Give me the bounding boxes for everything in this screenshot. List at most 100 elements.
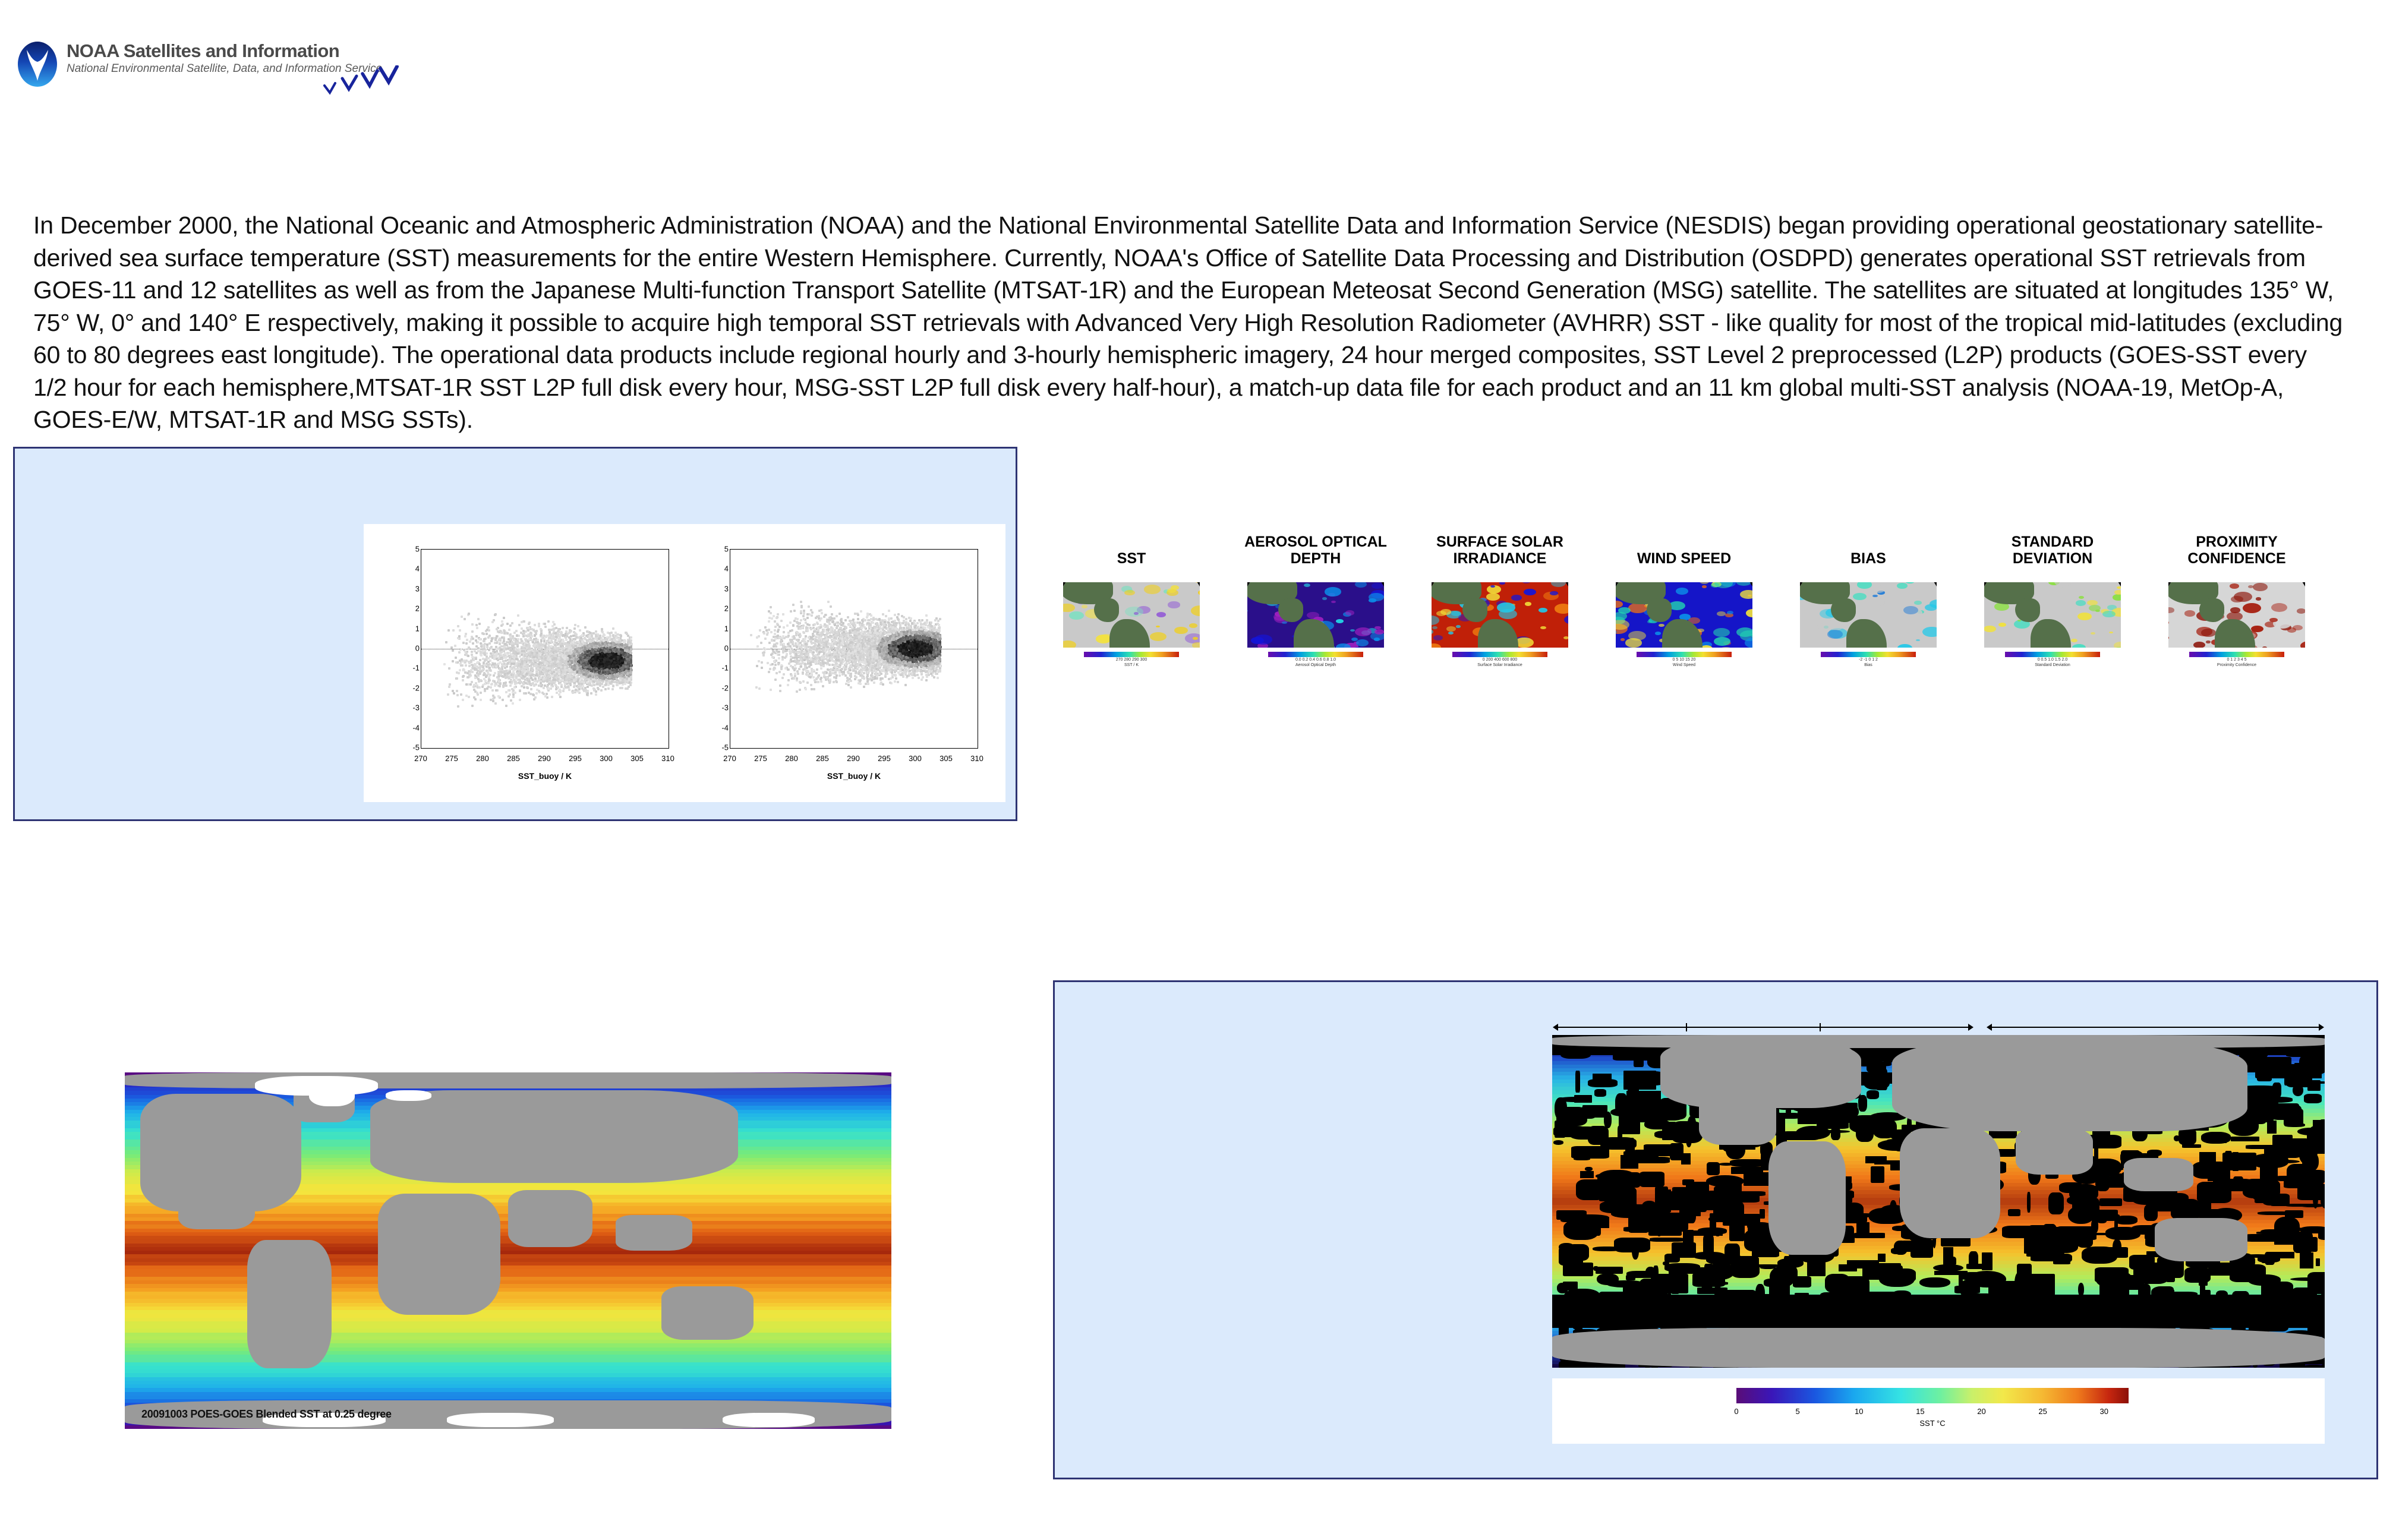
scatter-density-cell (495, 689, 497, 692)
scatter-density-cell (565, 636, 567, 639)
scatter-density-cell (582, 689, 585, 691)
scatter-density-cell (620, 635, 622, 638)
scatter-density-cell (496, 642, 498, 644)
scatter-density-cell (558, 693, 560, 696)
scatter-density-cell (589, 672, 591, 674)
scatter-density-cell (630, 648, 632, 651)
scatter-density-cell (533, 656, 535, 658)
scatter-density-cell (532, 663, 534, 665)
scatter-density-cell (581, 643, 583, 646)
scatter-density-cell (529, 655, 531, 657)
scatter-density-cell (630, 639, 632, 642)
scatter-density-cell (564, 666, 566, 668)
scatter-density-cell (578, 688, 581, 690)
scatter-density-cell (578, 671, 581, 674)
scatter-density-cell (557, 633, 559, 636)
scatter-density-cell (478, 686, 481, 689)
scatter-density-cell (456, 690, 458, 692)
scatter-density-cell (478, 623, 481, 625)
scatter-density-cell (554, 639, 557, 641)
scatter-density-cell (629, 642, 632, 644)
scatter-density-cell (488, 649, 490, 651)
scatter-density-cell (465, 642, 468, 645)
scatter-density-cell (510, 662, 513, 665)
scatter-density-cell (534, 677, 537, 680)
scatter-density-cell (508, 659, 510, 662)
scatter-density-cell (540, 685, 543, 687)
scatter-density-cell (544, 666, 547, 668)
scatter-density-cell (570, 647, 572, 649)
scatter-density-cell (458, 635, 461, 638)
scatter-density-cell (487, 626, 490, 629)
scatter-density-cell (487, 636, 490, 639)
scatter-density-cell (477, 678, 480, 680)
scatter-density-cell (583, 681, 585, 684)
scatter-density-cell (628, 658, 630, 660)
scatter-density-cell (491, 638, 493, 640)
scatter-density-cell (600, 675, 603, 677)
scatter-density-cell (471, 630, 474, 633)
scatter-density-cell (448, 667, 450, 670)
scatter-density-cell (500, 673, 502, 676)
scatter-density-cell (481, 650, 484, 652)
scatter-density-cell (468, 696, 470, 698)
scatter-density-cell (562, 648, 564, 650)
scatter-density-cell (485, 633, 488, 635)
scatter-density-cell (626, 633, 628, 635)
scatter-density-cell (477, 618, 480, 620)
scatter-density-cell (503, 617, 505, 619)
scatter-density-cell (614, 635, 617, 637)
scatter-density-cell (469, 683, 472, 686)
scatter-density-cell (523, 620, 525, 623)
scatter-density-cell (557, 658, 560, 661)
scatter-density-cell (504, 682, 506, 684)
scatter-density-cell (621, 669, 623, 671)
scatter-density-cell (566, 627, 568, 629)
scatter-density-cell (535, 630, 538, 632)
scatter-density-cell (509, 668, 512, 670)
scatter-density-cell (486, 646, 488, 648)
scatter-density-cell (509, 684, 512, 687)
scatter-density-cell (484, 654, 486, 656)
scatter-density-cell (560, 632, 563, 634)
scatter-density-cell (475, 682, 477, 684)
scatter-density-cell (547, 643, 550, 646)
scatter-density-cell (490, 646, 493, 648)
scatter-density-cell (458, 672, 460, 674)
scatter-density-cell (578, 683, 580, 685)
scatter-density-cell (545, 672, 547, 674)
scatter-density-cell (555, 688, 557, 690)
scatter-density-cell (487, 671, 489, 674)
scatter-density-cell (612, 685, 614, 687)
scatter-density-cell (605, 675, 607, 677)
scatter-density-cell (557, 628, 560, 630)
scatter-density-cell (521, 621, 523, 623)
scatter-density-cell (533, 698, 535, 700)
scatter-density-cell (505, 670, 507, 672)
scatter-density-cell (499, 668, 502, 670)
scatter-density-cell (591, 640, 594, 642)
scatter-density-cell (512, 674, 514, 676)
scatter-density-cell (541, 657, 543, 659)
scatter-density-cell (449, 683, 451, 686)
scatter-density-cell (541, 637, 544, 639)
scatter-density-cell (514, 692, 516, 694)
scatter-density-cell (578, 636, 580, 639)
scatter-density-cell (472, 642, 474, 645)
seagulls-icon (322, 65, 399, 99)
scatter-density-cell (535, 654, 538, 657)
scatter-density-cell (565, 679, 568, 681)
scatter-density-cell (525, 692, 527, 695)
scatter-density-cell (493, 674, 495, 677)
scatter-density-cell (546, 679, 548, 681)
scatter-density-cell (538, 623, 540, 625)
scatter-density-cell (457, 705, 459, 708)
scatter-density-cell (512, 668, 515, 671)
scatter-density-cell (556, 648, 559, 650)
scatter-density-cell (482, 669, 484, 671)
scatter-density-cell (506, 674, 508, 677)
scatter-density-cell (455, 657, 457, 659)
scatter-density-cell (474, 677, 477, 679)
scatter-density-cell (518, 624, 521, 626)
scatter-density-cell (511, 622, 513, 624)
